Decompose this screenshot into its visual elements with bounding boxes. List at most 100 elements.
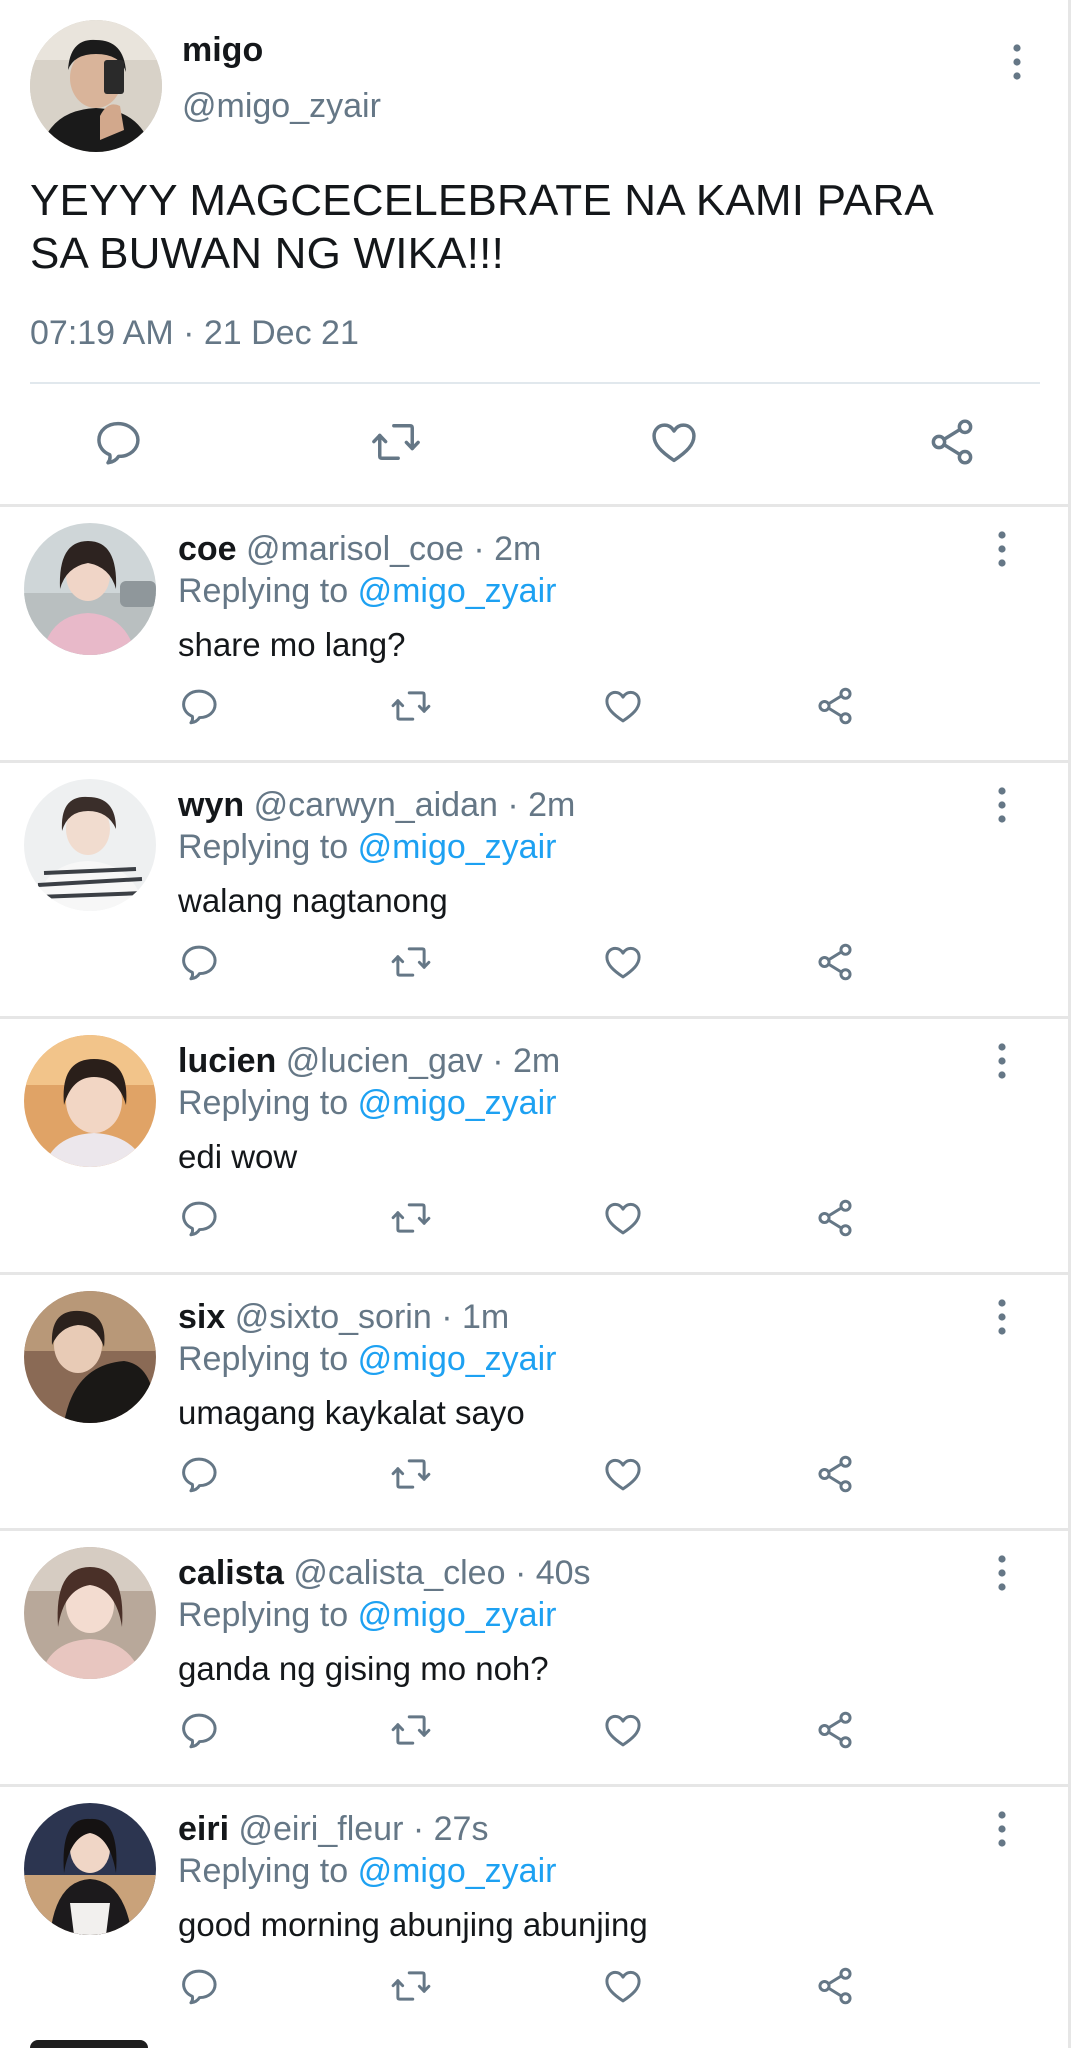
retweet-button[interactable] xyxy=(390,1453,432,1495)
reply-author-name[interactable]: lucien xyxy=(178,1042,276,1080)
retweet-arrows-icon xyxy=(391,1715,431,1745)
vertical-dots-icon xyxy=(998,1299,1006,1335)
avatar[interactable] xyxy=(24,1035,156,1167)
reply-button[interactable] xyxy=(178,685,220,727)
avatar[interactable] xyxy=(24,1291,156,1423)
reply-author-name[interactable]: six xyxy=(178,1298,225,1336)
reply-time: · 27s xyxy=(412,1810,489,1848)
retweet-button[interactable] xyxy=(390,1709,432,1751)
like-button[interactable] xyxy=(602,1197,644,1239)
share-button[interactable] xyxy=(814,1965,856,2007)
replying-to: Replying to @migo_zyair xyxy=(178,1851,556,1891)
mention-link[interactable]: @migo_zyair xyxy=(358,1084,557,1122)
replying-to-label: Replying to xyxy=(178,1084,349,1122)
reply-text: good morning abunjing abunjing xyxy=(178,1906,648,1943)
like-button[interactable] xyxy=(602,685,644,727)
more-options-button[interactable] xyxy=(987,1039,1017,1083)
avatar[interactable] xyxy=(30,2040,148,2048)
more-options-button[interactable] xyxy=(1002,40,1032,84)
replying-to: Replying to @migo_zyair xyxy=(178,1339,556,1379)
like-button[interactable] xyxy=(602,941,644,983)
reply-author-name[interactable]: eiri xyxy=(178,1810,229,1848)
reply-button[interactable] xyxy=(92,416,144,468)
mention-link[interactable]: @migo_zyair xyxy=(358,1340,557,1378)
reply-item[interactable]: calista @calista_cleo · 40s Replying to … xyxy=(0,1528,1068,1784)
reply-header: coe @marisol_coe · 2m xyxy=(178,529,541,569)
share-button[interactable] xyxy=(814,1453,856,1495)
heart-outline-icon xyxy=(605,1458,641,1491)
reply-time: · 1m xyxy=(441,1298,510,1336)
reply-button[interactable] xyxy=(178,1709,220,1751)
more-options-button[interactable] xyxy=(987,1551,1017,1595)
heart-outline-icon xyxy=(605,1970,641,2003)
share-button[interactable] xyxy=(814,941,856,983)
avatar[interactable] xyxy=(24,779,156,911)
retweet-arrows-icon xyxy=(391,947,431,977)
reply-author-handle[interactable]: @sixto_sorin xyxy=(235,1298,432,1336)
avatar[interactable] xyxy=(24,523,156,655)
heart-outline-icon xyxy=(605,690,641,723)
reply-button[interactable] xyxy=(178,941,220,983)
reply-text: umagang kaykalat sayo xyxy=(178,1394,525,1431)
speech-bubble-icon xyxy=(182,1457,217,1493)
share-button[interactable] xyxy=(926,416,978,468)
more-options-button[interactable] xyxy=(987,783,1017,827)
vertical-dots-icon xyxy=(998,531,1006,567)
reply-author-name[interactable]: coe xyxy=(178,530,237,568)
like-button[interactable] xyxy=(602,1453,644,1495)
retweet-button[interactable] xyxy=(370,416,422,468)
retweet-button[interactable] xyxy=(390,1965,432,2007)
reply-item[interactable]: six @sixto_sorin · 1m Replying to @migo_… xyxy=(0,1272,1068,1528)
reply-author-handle[interactable]: @calista_cleo xyxy=(293,1554,505,1592)
more-options-button[interactable] xyxy=(987,527,1017,571)
share-nodes-icon xyxy=(818,687,852,725)
speech-bubble-icon xyxy=(97,421,140,465)
avatar[interactable] xyxy=(30,20,162,152)
tweet-text: YEYYY MAGCECELEBRATE NA KAMI PARA SA BUW… xyxy=(30,176,932,278)
author-name[interactable]: migo xyxy=(182,30,263,70)
share-button[interactable] xyxy=(814,1197,856,1239)
reply-author-name[interactable]: wyn xyxy=(178,786,244,824)
heart-outline-icon xyxy=(605,1714,641,1747)
more-options-button[interactable] xyxy=(987,1807,1017,1851)
author-handle[interactable]: @migo_zyair xyxy=(182,86,381,126)
reply-header: calista @calista_cleo · 40s xyxy=(178,1553,591,1593)
replying-to-label: Replying to xyxy=(178,572,349,610)
reply-button[interactable] xyxy=(178,1453,220,1495)
like-button[interactable] xyxy=(648,416,700,468)
reply-item[interactable]: eiri @eiri_fleur · 27s Replying to @migo… xyxy=(0,1784,1068,2040)
reply-author-name[interactable]: calista xyxy=(178,1554,284,1592)
retweet-arrows-icon xyxy=(391,1459,431,1489)
replying-to: Replying to @migo_zyair xyxy=(178,1595,556,1635)
like-button[interactable] xyxy=(602,1709,644,1751)
reply-button[interactable] xyxy=(178,1197,220,1239)
retweet-arrows-icon xyxy=(391,1203,431,1233)
reply-item[interactable]: lucien @lucien_gav · 2m Replying to @mig… xyxy=(0,1016,1068,1272)
share-button[interactable] xyxy=(814,1709,856,1751)
reply-author-handle[interactable]: @carwyn_aidan xyxy=(254,786,498,824)
avatar[interactable] xyxy=(24,1803,156,1935)
reply-button[interactable] xyxy=(178,1965,220,2007)
reply-author-handle[interactable]: @marisol_coe xyxy=(246,530,464,568)
retweet-button[interactable] xyxy=(390,685,432,727)
reply-item[interactable]: coe @marisol_coe · 2m Replying to @migo_… xyxy=(0,504,1068,760)
like-button[interactable] xyxy=(602,1965,644,2007)
mention-link[interactable]: @migo_zyair xyxy=(358,1596,557,1634)
retweet-button[interactable] xyxy=(390,1197,432,1239)
speech-bubble-icon xyxy=(182,1713,217,1749)
reply-header: wyn @carwyn_aidan · 2m xyxy=(178,785,575,825)
reply-author-handle[interactable]: @lucien_gav xyxy=(286,1042,483,1080)
heart-outline-icon xyxy=(605,1202,641,1235)
mention-link[interactable]: @migo_zyair xyxy=(358,572,557,610)
mention-link[interactable]: @migo_zyair xyxy=(358,1852,557,1890)
more-options-button[interactable] xyxy=(987,1295,1017,1339)
retweet-button[interactable] xyxy=(390,941,432,983)
reply-item[interactable]: wyn @carwyn_aidan · 2m Replying to @migo… xyxy=(0,760,1068,1016)
avatar[interactable] xyxy=(24,1547,156,1679)
tweet-timestamp: 07:19 AM · 21 Dec 21 xyxy=(30,314,359,352)
mention-link[interactable]: @migo_zyair xyxy=(358,828,557,866)
retweet-arrows-icon xyxy=(391,691,431,721)
reply-author-handle[interactable]: @eiri_fleur xyxy=(239,1810,404,1848)
share-button[interactable] xyxy=(814,685,856,727)
vertical-dots-icon xyxy=(998,1555,1006,1591)
